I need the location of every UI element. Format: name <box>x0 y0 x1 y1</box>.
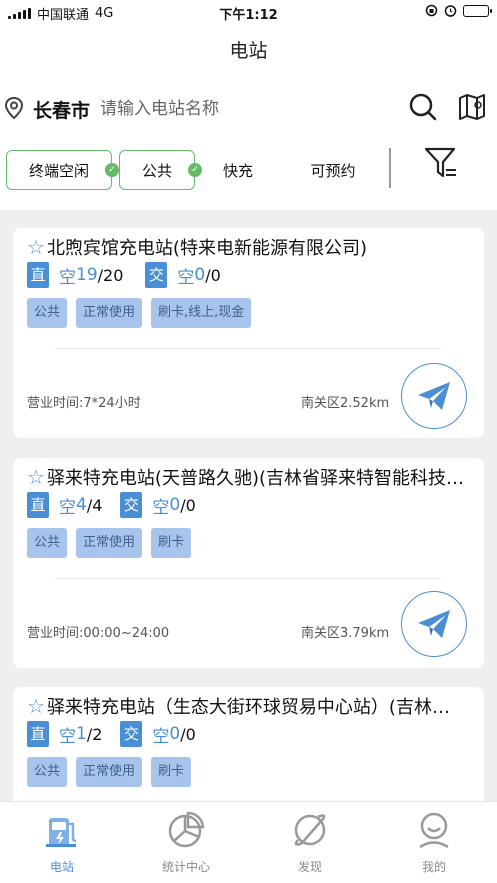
divider <box>55 578 441 579</box>
tag-list: 公共 正常使用 刷卡 <box>27 528 192 558</box>
dc-badge: 直 <box>27 262 49 288</box>
dc-badge: 直 <box>27 492 49 518</box>
check-icon: ✓ <box>105 163 119 177</box>
tab-label: 发现 <box>297 860 322 874</box>
star-icon[interactable]: ☆ <box>27 694 45 718</box>
tag: 正常使用 <box>76 298 143 328</box>
ac-free-prefix: 空 <box>152 726 170 747</box>
alarm-icon <box>444 5 457 17</box>
ac-badge: 交 <box>120 492 143 518</box>
search-bar: 长春市 <box>0 78 497 140</box>
star-icon[interactable]: ☆ <box>27 465 45 489</box>
send-icon <box>418 610 450 638</box>
user-icon <box>419 812 449 849</box>
dc-free-count: 1 <box>76 724 87 744</box>
tag: 公共 <box>27 298 68 328</box>
ac-total: /0 <box>180 495 196 515</box>
port-status: 直 空 19/20 交 空 0/0 <box>27 262 221 288</box>
dc-total: /20 <box>97 265 124 285</box>
location-pin-icon[interactable] <box>4 96 24 120</box>
dc-free-prefix: 空 <box>59 497 76 518</box>
planet-icon <box>294 814 326 846</box>
opening-hours: 营业时间:7*24小时 <box>27 396 141 411</box>
filter-chip-reservable[interactable]: 可预约 <box>290 150 376 190</box>
station-name: 驿来特充电站（生态大街环球贸易中心站）(吉林省驿来特智能科技有限公司) <box>46 697 467 718</box>
filter-chip-label: 公共 <box>141 161 172 180</box>
nav-bar: 电站 <box>0 24 497 78</box>
tag: 正常使用 <box>76 528 143 558</box>
dc-free-count: 19 <box>76 265 98 285</box>
dc-badge: 直 <box>27 721 49 747</box>
filter-chip-fast-charge[interactable]: 快充 <box>200 150 276 190</box>
divider <box>389 148 391 188</box>
status-bar: 中国联通 4G 下午1:12 <box>0 0 497 24</box>
dc-total: /2 <box>86 724 103 744</box>
dc-free-count: 4 <box>76 495 87 515</box>
star-icon[interactable]: ☆ <box>27 235 45 259</box>
tag: 刷卡 <box>151 528 192 558</box>
station-card[interactable]: ☆ 驿来特充电站(天普路久驰)(吉林省驿来特智能科技有限公司) 直 空4/4 交… <box>13 458 484 668</box>
filter-chip-public[interactable]: 公共 ✓ <box>119 150 202 190</box>
tag-list: 公共 正常使用 刷卡 <box>27 757 192 787</box>
navigate-button[interactable] <box>401 591 467 657</box>
pie-chart-icon <box>168 811 205 848</box>
send-icon <box>418 382 450 410</box>
tab-label: 电站 <box>49 860 74 874</box>
tag: 刷卡,线上,现金 <box>151 298 252 328</box>
page-title: 电站 <box>229 40 268 62</box>
ac-badge: 交 <box>145 262 168 288</box>
filter-icon[interactable] <box>424 146 458 182</box>
tab-bar: 电站 统计中心 发现 我的 <box>0 801 497 883</box>
station-name: 驿来特充电站(天普路久驰)(吉林省驿来特智能科技有限公司) <box>46 468 467 489</box>
tab-mine[interactable]: 我的 <box>389 810 479 875</box>
tab-statistics[interactable]: 统计中心 <box>141 810 231 875</box>
station-name: 北煦宾馆充电站(特来电新能源有限公司) <box>46 238 367 259</box>
ac-free-count: 0 <box>194 265 206 285</box>
ac-free-prefix: 空 <box>177 267 195 288</box>
distance: 南关区3.79km <box>301 626 390 641</box>
ac-total: /0 <box>180 724 196 744</box>
ac-free-count: 0 <box>169 495 181 515</box>
opening-hours: 营业时间:00:00~24:00 <box>27 626 170 641</box>
tab-label: 我的 <box>421 860 446 874</box>
divider <box>55 348 441 349</box>
tag-list: 公共 正常使用 刷卡,线上,现金 <box>27 298 252 328</box>
port-status: 直 空 1/2 交 空 0/0 <box>27 721 196 747</box>
dc-total: /4 <box>86 495 103 515</box>
navigate-button[interactable] <box>401 363 467 429</box>
tag: 正常使用 <box>76 757 143 787</box>
map-icon[interactable] <box>458 92 486 122</box>
dc-free-prefix: 空 <box>59 267 76 288</box>
city-selector[interactable]: 长春市 <box>33 96 90 123</box>
port-status: 直 空 4/4 交 空 0/0 <box>27 492 196 518</box>
distance: 南关区2.52km <box>301 396 390 411</box>
ac-free-count: 0 <box>169 724 181 744</box>
ac-free-prefix: 空 <box>152 497 170 518</box>
station-card[interactable]: ☆ 驿来特充电站（生态大街环球贸易中心站）(吉林省驿来特智能科技有限公司) 直 … <box>13 687 484 801</box>
tab-stations[interactable]: 电站 <box>17 810 107 875</box>
ac-total: /0 <box>205 265 221 285</box>
tag: 公共 <box>27 757 68 787</box>
ac-badge: 交 <box>120 721 143 747</box>
orientation-lock-icon <box>425 4 438 17</box>
charging-station-icon <box>46 818 77 847</box>
filter-chip-label: 快充 <box>222 161 253 180</box>
dc-free-prefix: 空 <box>59 726 76 747</box>
station-card[interactable]: ☆ 北煦宾馆充电站(特来电新能源有限公司) 直 空 19/20 交 空 0/0 公共… <box>13 228 484 438</box>
filter-chip-label: 终端空闲 <box>28 161 89 180</box>
filter-chip-label: 可预约 <box>310 161 356 180</box>
filter-bar: 终端空闲 ✓ 公共 ✓ 快充 可预约 <box>0 140 497 210</box>
station-search-input[interactable] <box>100 94 380 124</box>
filter-chip-idle-terminal[interactable]: 终端空闲 ✓ <box>6 150 119 190</box>
tag: 刷卡 <box>151 757 192 787</box>
search-icon[interactable] <box>408 92 438 122</box>
battery-icon <box>463 4 492 17</box>
tab-label: 统计中心 <box>161 860 210 874</box>
clock: 下午1:12 <box>219 8 278 23</box>
tab-discover[interactable]: 发现 <box>265 810 355 875</box>
tag: 公共 <box>27 528 68 558</box>
